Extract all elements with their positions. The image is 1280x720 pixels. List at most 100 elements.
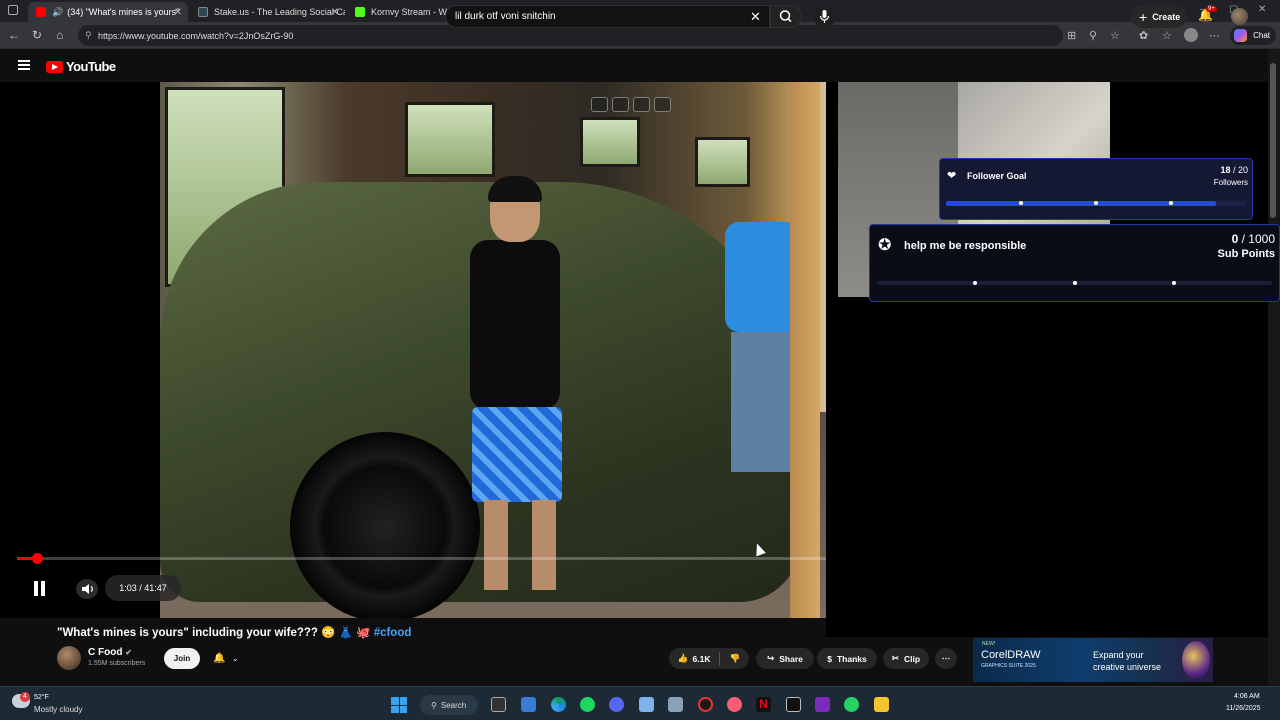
capcut-icon[interactable] xyxy=(786,697,801,712)
tab-youtube[interactable]: 🔊 (34) "What's mines is yours" ✕ xyxy=(28,2,188,22)
whatsapp-icon[interactable] xyxy=(844,697,859,712)
wooden-post xyxy=(790,82,820,618)
subscribe-notifications-button[interactable]: 🔔 ⌄ xyxy=(206,648,246,669)
search-input[interactable]: lil durk otf voni snitchin xyxy=(445,5,770,28)
weather-description: Mostly cloudy xyxy=(34,705,83,714)
volume-button[interactable] xyxy=(76,579,98,599)
video-title: "What's mines is yours" including your w… xyxy=(57,625,411,639)
notification-count-badge: 9+ xyxy=(1206,6,1217,12)
home-icon[interactable]: ⌂ xyxy=(56,28,63,42)
app-icon[interactable] xyxy=(639,697,654,712)
translate-icon[interactable] xyxy=(654,97,671,112)
favorites-icon[interactable]: ☆ xyxy=(1162,29,1172,42)
extension-icon[interactable]: ✿ xyxy=(1139,29,1148,42)
thumbs-down-icon: 👎 xyxy=(729,653,741,663)
ad-new-label: NEW! xyxy=(982,641,996,647)
volume-icon xyxy=(82,584,93,594)
thanks-button[interactable]: $ Thanks xyxy=(817,648,877,669)
like-button[interactable]: 👍 6.1K xyxy=(678,653,711,664)
bell-icon: 🔔 xyxy=(213,653,226,664)
apps-icon[interactable]: ⊞ xyxy=(1067,29,1076,42)
follower-goal-target: 20 xyxy=(1237,165,1248,175)
clip-button[interactable]: ✂ Clip xyxy=(883,648,929,669)
channel-name-text: C Food xyxy=(88,647,123,658)
man-walking xyxy=(460,176,570,602)
site-info-icon[interactable]: ⚲ xyxy=(85,30,92,41)
url-text: https://www.youtube.com/watch?v=2JnOsZrG… xyxy=(98,30,294,41)
kick-favicon-icon xyxy=(355,7,365,17)
youtube-logo[interactable]: YouTube xyxy=(46,59,116,74)
garage-window xyxy=(580,117,640,167)
back-icon[interactable]: ← xyxy=(8,28,20,42)
close-tab-icon[interactable]: ✕ xyxy=(331,7,339,18)
sub-goal-separator: / xyxy=(1238,232,1249,246)
scrollbar-thumb[interactable] xyxy=(1270,63,1276,218)
video-top-controls xyxy=(591,97,675,114)
itunes-icon[interactable] xyxy=(727,697,742,712)
microphone-icon xyxy=(819,10,830,23)
tab-label: Stake.us - The Leading Social Ca xyxy=(214,7,345,17)
garage-window xyxy=(405,102,495,177)
ad-planet-graphic xyxy=(1182,641,1210,679)
edge-icon[interactable] xyxy=(551,697,566,712)
goal-marker xyxy=(973,281,977,285)
more-actions-button[interactable]: ⋯ xyxy=(935,648,957,669)
search-icon: ⚲ xyxy=(431,700,437,710)
close-window-icon[interactable]: ✕ xyxy=(1258,4,1266,15)
pause-icon[interactable] xyxy=(31,580,47,597)
spotify-icon[interactable] xyxy=(580,697,595,712)
stake-favicon-icon xyxy=(198,7,208,17)
obs-icon[interactable] xyxy=(698,697,713,712)
voice-search-button[interactable] xyxy=(813,5,836,28)
mini-player-icon[interactable] xyxy=(612,97,629,112)
zoom-icon[interactable]: ⚲ xyxy=(1089,29,1097,42)
search-button[interactable] xyxy=(770,5,802,28)
create-button[interactable]: + Create xyxy=(1131,5,1187,28)
app-icon[interactable] xyxy=(668,697,683,712)
copy-icon[interactable] xyxy=(633,97,650,112)
hashtag-link[interactable]: #cfood xyxy=(374,627,412,639)
video-title-text: "What's mines is yours" including your w… xyxy=(57,627,318,639)
copilot-button[interactable]: Chat xyxy=(1230,26,1276,45)
pip-icon[interactable] xyxy=(591,97,608,112)
folder-icon[interactable] xyxy=(874,697,889,712)
close-tab-icon[interactable]: ✕ xyxy=(174,7,182,18)
file-explorer-app-icon[interactable] xyxy=(521,697,536,712)
dislike-button[interactable]: 👎 xyxy=(729,653,740,664)
weather-alert-badge: 4 xyxy=(20,692,30,702)
goal-marker xyxy=(1094,201,1098,205)
profile-icon[interactable] xyxy=(1184,28,1198,42)
netflix-icon[interactable]: N xyxy=(756,697,771,712)
account-avatar[interactable] xyxy=(1231,8,1248,25)
speaker-icon[interactable]: 🔊 xyxy=(52,7,63,18)
video-frame[interactable] xyxy=(160,82,826,618)
channel-avatar[interactable] xyxy=(57,646,81,670)
ad-suite: GRAPHICS SUITE 2025 xyxy=(981,663,1036,669)
share-icon: ↪ xyxy=(767,653,775,663)
goal-marker xyxy=(1019,201,1023,205)
task-view-icon[interactable] xyxy=(491,697,506,712)
tab-actions-icon[interactable] xyxy=(8,5,18,15)
tab-label: (34) "What's mines is yours" xyxy=(67,7,180,17)
discord-icon[interactable] xyxy=(609,697,624,712)
follower-goal-fill xyxy=(946,201,1216,206)
favorite-star-icon[interactable]: ☆ xyxy=(1110,29,1120,42)
sub-goal-title: help me be responsible xyxy=(904,240,1027,252)
progress-bar[interactable] xyxy=(17,557,826,560)
share-label: Share xyxy=(779,653,803,664)
taskbar-search[interactable]: ⚲ Search xyxy=(420,695,478,715)
follower-goal-count: 18 / 20 xyxy=(1188,165,1248,175)
verified-icon: ✔ xyxy=(125,648,132,657)
follower-goal-label: Followers xyxy=(1213,178,1248,187)
menu-icon[interactable] xyxy=(18,60,30,70)
tubi-icon[interactable] xyxy=(815,697,830,712)
join-button[interactable]: Join xyxy=(164,648,200,669)
reload-icon[interactable]: ↻ xyxy=(32,28,42,42)
share-button[interactable]: ↪ Share xyxy=(756,648,814,669)
more-options-icon[interactable]: ⋯ xyxy=(1209,29,1220,42)
tab-stake[interactable]: Stake.us - The Leading Social Ca ✕ xyxy=(190,2,345,22)
windows-start-icon[interactable] xyxy=(391,697,407,713)
channel-name[interactable]: C Food ✔ xyxy=(88,647,132,658)
address-bar[interactable]: ⚲ https://www.youtube.com/watch?v=2JnOsZ… xyxy=(78,25,1063,46)
clear-search-icon[interactable]: ✕ xyxy=(750,9,761,25)
